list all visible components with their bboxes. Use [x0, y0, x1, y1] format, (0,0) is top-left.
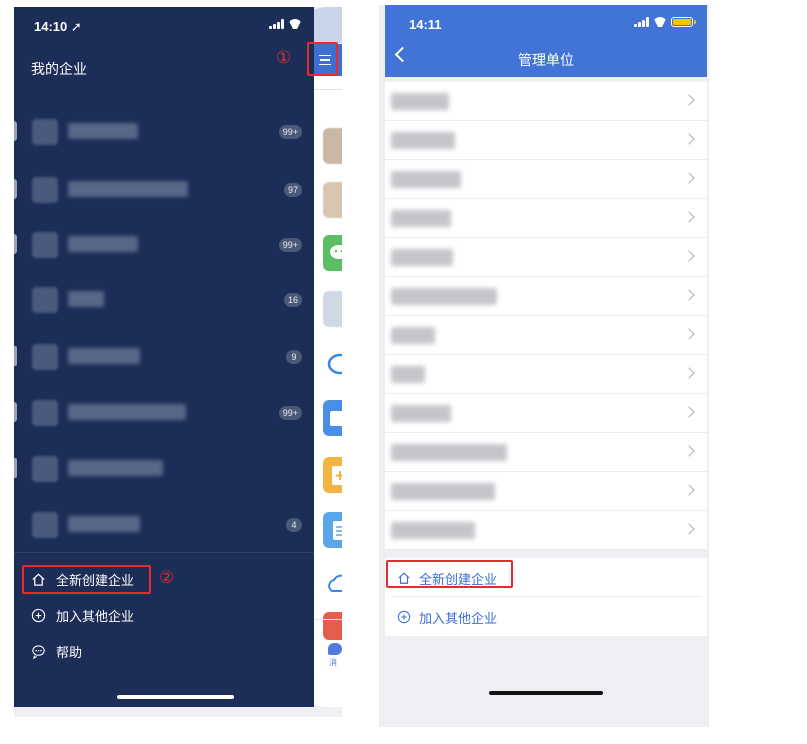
join-enterprise-label: 加入其他企业 — [56, 608, 135, 624]
org-item[interactable]: 9 — [14, 336, 304, 376]
unit-row[interactable] — [385, 238, 707, 277]
right-phone-screen: 14:11 管理单位 全新创建企业 加入其他企业 — [379, 5, 709, 727]
unit-list — [385, 82, 707, 550]
unit-row[interactable] — [385, 433, 707, 472]
chat-avatar-doc[interactable] — [323, 291, 342, 327]
home-indicator — [489, 691, 603, 695]
unit-row[interactable] — [385, 511, 707, 550]
chevron-right-icon — [683, 328, 695, 340]
chevron-right-icon — [683, 367, 695, 379]
tab-message-label: 消 — [329, 658, 337, 667]
org-item[interactable]: 99+ — [14, 392, 304, 432]
cloud-link-icon[interactable] — [323, 567, 342, 603]
enterprise-drawer: 14:10 ➚ 我的企业 99+ 97 99+ 16 9 99+ 4 全新创建企… — [14, 7, 314, 707]
unread-badge: 16 — [283, 293, 302, 307]
org-name-redacted — [68, 181, 188, 197]
clipboard-icon[interactable] — [323, 512, 342, 548]
chevron-right-icon — [683, 445, 695, 457]
org-item[interactable]: 16 — [14, 279, 304, 319]
unread-badge: 99+ — [278, 125, 302, 139]
chevron-right-icon — [683, 406, 695, 418]
folder-icon[interactable] — [323, 400, 342, 436]
chevron-right-icon — [683, 211, 695, 223]
org-logo — [32, 287, 58, 313]
signal-icon — [634, 17, 649, 27]
tab-message-icon[interactable] — [328, 643, 342, 655]
org-logo — [32, 119, 58, 145]
unit-row[interactable] — [385, 199, 707, 238]
unit-row[interactable] — [385, 472, 707, 511]
plus-circle-icon — [31, 608, 46, 622]
join-enterprise-label: 加入其他企业 — [419, 610, 498, 626]
plus-circle-icon — [397, 610, 411, 624]
org-item[interactable] — [14, 448, 304, 488]
unit-row[interactable] — [385, 355, 707, 394]
org-item[interactable]: 4 — [14, 504, 304, 544]
status-time: 14:11 — [409, 17, 442, 32]
help-button[interactable]: 帮助 — [31, 641, 82, 661]
chevron-right-icon — [683, 523, 695, 535]
chevron-right-icon — [683, 250, 695, 262]
nav-bar: 14:11 管理单位 — [385, 5, 707, 77]
annotation-box-create — [386, 560, 513, 588]
red-app-icon[interactable] — [323, 612, 342, 640]
org-logo — [32, 400, 58, 426]
org-name-redacted — [68, 460, 163, 476]
join-enterprise-button[interactable]: 加入其他企业 — [397, 607, 497, 627]
add-task-icon[interactable] — [323, 457, 342, 493]
org-name-redacted — [68, 516, 140, 532]
chevron-right-icon — [683, 289, 695, 301]
annotation-step-1: ① — [276, 48, 292, 67]
status-time: 14:10 ➚ — [34, 19, 82, 34]
annotation-box-menu — [307, 42, 338, 76]
wechat-icon[interactable] — [323, 235, 342, 271]
org-logo — [32, 232, 58, 258]
chevron-right-icon — [683, 133, 695, 145]
org-name-redacted — [68, 291, 104, 307]
org-logo — [32, 344, 58, 370]
org-logo — [32, 177, 58, 203]
home-indicator — [117, 695, 234, 699]
chevron-right-icon — [683, 94, 695, 106]
unread-badge: 97 — [283, 183, 302, 197]
org-logo — [32, 456, 58, 482]
unread-badge: 99+ — [278, 238, 302, 252]
unread-badge: 99+ — [278, 406, 302, 420]
drawer-title: 我的企业 — [31, 61, 87, 77]
unit-row[interactable] — [385, 160, 707, 199]
annotation-box-create — [22, 565, 151, 594]
org-name-redacted — [68, 236, 138, 252]
chat-avatar-person[interactable] — [323, 182, 342, 218]
unread-badge: 9 — [286, 350, 302, 364]
org-name-redacted — [68, 348, 140, 364]
page-title: 管理单位 — [518, 52, 574, 68]
chat-avatar-group[interactable] — [323, 128, 342, 164]
wifi-icon — [288, 19, 302, 29]
org-logo — [32, 512, 58, 538]
join-enterprise-button[interactable]: 加入其他企业 — [31, 605, 134, 625]
chevron-right-icon — [683, 484, 695, 496]
status-bar: 14:10 ➚ — [14, 7, 314, 43]
org-name-redacted — [68, 123, 138, 139]
org-item[interactable]: 97 — [14, 169, 304, 209]
wifi-icon — [653, 17, 667, 27]
unread-badge: 4 — [286, 518, 302, 532]
help-bubble-icon — [32, 644, 45, 659]
help-label: 帮助 — [56, 644, 83, 660]
unit-row[interactable] — [385, 394, 707, 433]
org-item[interactable]: 99+ — [14, 224, 304, 264]
battery-icon — [671, 17, 696, 27]
annotation-step-2: ② — [159, 568, 175, 587]
chat-bubble-icon[interactable] — [323, 347, 342, 383]
org-name-redacted — [68, 404, 186, 420]
signal-icon — [269, 19, 284, 29]
left-phone-screen: 消 14:10 ➚ 我的企业 99+ 97 99+ 16 9 99+ 4 全新创… — [14, 7, 342, 717]
chevron-right-icon — [683, 172, 695, 184]
org-item[interactable]: 99+ — [14, 111, 304, 151]
unit-row[interactable] — [385, 316, 707, 355]
unit-row[interactable] — [385, 82, 707, 121]
unit-row[interactable] — [385, 277, 707, 316]
unit-row[interactable] — [385, 121, 707, 160]
